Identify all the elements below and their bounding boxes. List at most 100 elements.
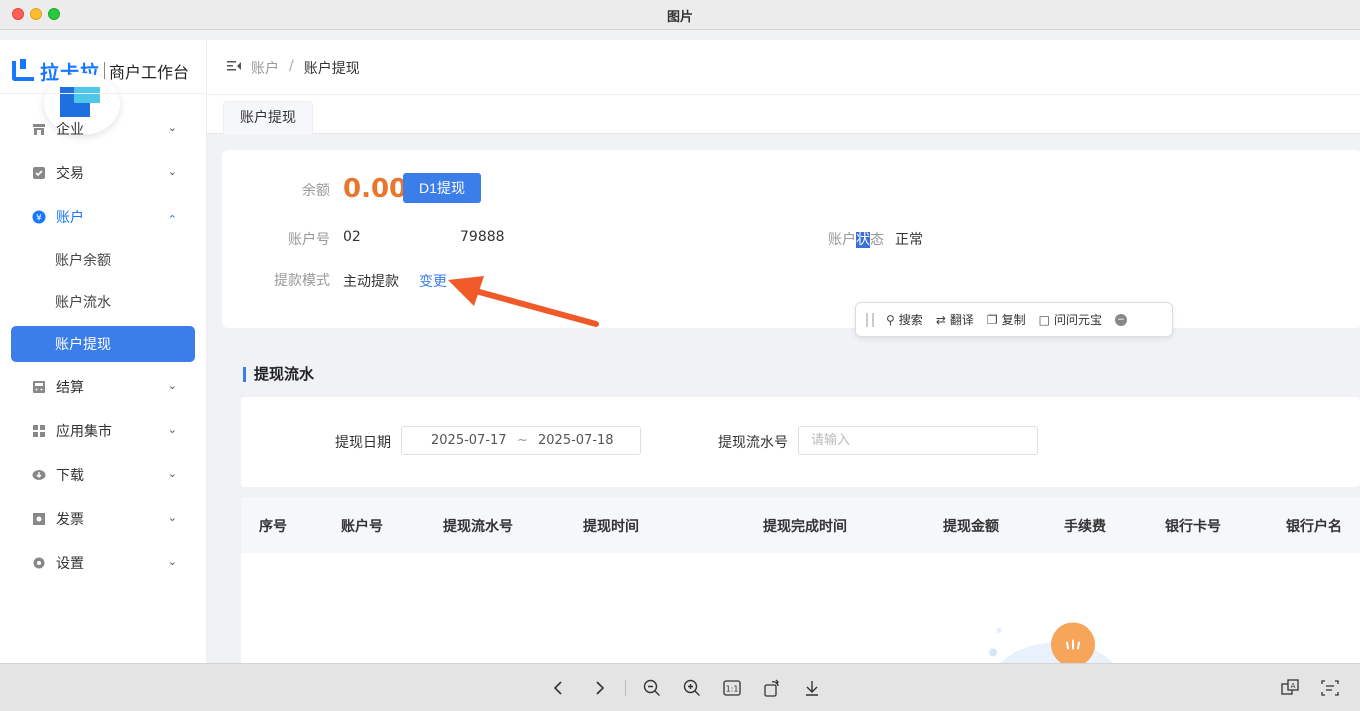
translate-image-button[interactable]: A <box>1278 676 1302 700</box>
text-recognition-button[interactable] <box>1318 676 1342 700</box>
column-header: 序号 <box>259 519 287 535</box>
selection-search-button[interactable]: ⚲ 搜索 <box>886 311 923 328</box>
selection-translate-button[interactable]: ⇄ 翻译 <box>936 311 974 328</box>
column-header: 提现时间 <box>583 519 639 535</box>
withdraw-section-title: 提现流水 <box>243 367 314 382</box>
sidebar-item-label: 账户 <box>56 210 84 226</box>
image-viewer-toolbar: 1:1 A <box>0 663 1360 711</box>
chevron-down-icon: ⌄ <box>167 379 177 392</box>
cloud-download-icon <box>32 468 46 482</box>
chevron-down-icon: ⌄ <box>167 165 177 178</box>
column-header: 提现金额 <box>943 519 999 535</box>
invoice-icon <box>32 512 46 526</box>
menu-collapse-icon[interactable] <box>227 60 241 72</box>
date-range-start: 2025-07-17 <box>431 433 507 448</box>
withdraw-filter-card: 提现日期 2025-07-17 ~ 2025-07-18 提现流水号 <box>241 397 1360 487</box>
store-icon <box>32 122 46 136</box>
withdraw-mode-label: 提款模式 <box>274 273 330 289</box>
sidebar-item-download[interactable]: 下载 ⌄ <box>0 453 207 497</box>
brand-subtitle: 商户工作台 <box>109 63 190 82</box>
sidebar-subitem-ledger[interactable]: 账户流水 <box>0 281 207 323</box>
selection-close-icon[interactable]: − <box>1115 313 1128 326</box>
column-header: 手续费 <box>1064 519 1106 535</box>
gear-icon <box>32 556 46 570</box>
calculator-icon <box>32 380 46 394</box>
sidebar-subitem-balance[interactable]: 账户余额 <box>0 239 207 281</box>
previous-image-button[interactable] <box>547 676 571 700</box>
sidebar-item-settings[interactable]: 设置 ⌄ <box>0 541 207 585</box>
lakala-logo-icon <box>12 59 34 81</box>
chevron-up-icon: ⌃ <box>167 213 177 226</box>
withdraw-date-range-picker[interactable]: 2025-07-17 ~ 2025-07-18 <box>401 426 641 455</box>
zoom-out-button[interactable] <box>640 676 664 700</box>
chevron-right-icon <box>596 681 605 695</box>
actual-size-icon: 1:1 <box>723 680 741 696</box>
column-header: 账户号 <box>341 519 383 535</box>
window-title: 图片 <box>666 10 693 25</box>
balance-value: 0.00 <box>343 174 408 204</box>
account-no-prefix: 02 <box>343 229 361 245</box>
page-header: 账户 / 账户提现 <box>207 40 1360 95</box>
chevron-down-icon: ⌄ <box>167 555 177 568</box>
chat-icon: □ <box>1038 312 1051 327</box>
withdraw-date-label: 提现日期 <box>335 435 391 451</box>
account-info-card: 余额 0.00 D1提现 账户号 02 79888 账户状态 正常 提款模式 主… <box>222 150 1360 328</box>
svg-text:1:1: 1:1 <box>726 685 739 694</box>
breadcrumb-item-account[interactable]: 账户 <box>251 58 279 78</box>
text-scan-icon <box>1321 680 1339 696</box>
balance-label: 余额 <box>302 183 330 199</box>
d1-withdraw-button[interactable]: D1提现 <box>403 173 481 203</box>
sidebar-item-label: 发票 <box>56 512 84 528</box>
download-icon <box>806 681 818 696</box>
chevron-left-icon <box>553 681 562 695</box>
sidebar-item-app-market[interactable]: 应用集市 ⌄ <box>0 409 207 453</box>
toolbar-divider <box>625 680 626 696</box>
sidebar-item-account[interactable]: ¥ 账户 ⌃ <box>0 195 207 239</box>
download-button[interactable] <box>800 676 824 700</box>
search-icon: ⚲ <box>886 312 895 327</box>
sidebar-item-transaction[interactable]: 交易 ⌄ <box>0 151 207 195</box>
sidebar-item-settlement[interactable]: 结算 ⌄ <box>0 365 207 409</box>
zoom-out-icon <box>643 679 660 696</box>
tab-account-withdraw[interactable]: 账户提现 <box>223 101 313 135</box>
sidebar-divider <box>0 93 207 94</box>
text-selection-toolbar: ⚲ 搜索 ⇄ 翻译 ❐ 复制 □ 问问元宝 − <box>855 302 1173 337</box>
withdraw-table: 序号 账户号 提现流水号 提现时间 提现完成时间 提现金额 手续费 银行卡号 银… <box>241 497 1360 663</box>
withdraw-mode-value: 主动提款 <box>343 274 399 290</box>
translate-icon: A <box>1281 679 1299 695</box>
rotate-icon <box>764 679 779 697</box>
sidebar-item-label: 交易 <box>56 166 84 182</box>
selection-ask-yuanbao-button[interactable]: □ 问问元宝 <box>1039 311 1102 328</box>
column-header: 提现完成时间 <box>763 519 847 535</box>
sidebar-item-invoice[interactable]: 发票 ⌄ <box>0 497 207 541</box>
chevron-down-icon: ⌄ <box>167 121 177 134</box>
sidebar-item-label: 应用集市 <box>56 424 112 440</box>
table-header: 序号 账户号 提现流水号 提现时间 提现完成时间 提现金额 手续费 银行卡号 银… <box>241 497 1360 553</box>
drag-handle-icon[interactable] <box>866 312 874 327</box>
zoom-in-button[interactable] <box>680 676 704 700</box>
selection-copy-button[interactable]: ❐ 复制 <box>987 311 1026 328</box>
sidebar: 拉卡拉 商户工作台 企业 ⌄ 交易 ⌄ ¥ 账户 ⌃ 账户余额 账户流水 账户提… <box>0 40 207 663</box>
annotation-arrow-icon <box>448 276 599 327</box>
actual-size-button[interactable]: 1:1 <box>720 676 744 700</box>
svg-text:A: A <box>1291 682 1296 690</box>
sidebar-item-enterprise[interactable]: 企业 ⌄ <box>0 107 207 151</box>
breadcrumb-separator: / <box>289 58 294 74</box>
sidebar-menu: 企业 ⌄ 交易 ⌄ ¥ 账户 ⌃ 账户余额 账户流水 账户提现 结算 ⌄ 应用集… <box>0 107 207 585</box>
sidebar-item-label: 设置 <box>56 556 84 572</box>
breadcrumb-item-current: 账户提现 <box>303 61 360 77</box>
date-range-separator: ~ <box>517 433 528 448</box>
tab-bar: 账户提现 <box>207 95 1360 135</box>
yen-circle-icon: ¥ <box>32 210 46 224</box>
account-status-label: 账户状态 <box>828 232 884 248</box>
account-status-value: 正常 <box>895 232 923 248</box>
withdraw-serial-label: 提现流水号 <box>718 435 788 451</box>
next-image-button[interactable] <box>587 676 611 700</box>
sidebar-item-label: 结算 <box>56 380 84 396</box>
rotate-button[interactable] <box>760 676 784 700</box>
withdraw-serial-input[interactable] <box>798 426 1038 455</box>
sidebar-subitem-withdraw[interactable]: 账户提现 <box>11 326 195 362</box>
account-no-suffix: 79888 <box>460 229 505 245</box>
svg-text:¥: ¥ <box>36 214 42 224</box>
copy-icon: ❐ <box>986 312 998 327</box>
